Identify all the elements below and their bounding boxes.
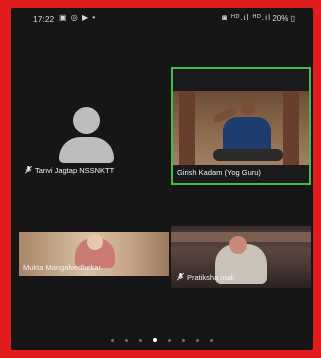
avatar-icon-body [59,137,114,163]
participant-video [173,91,309,165]
status-time: 17:22 [33,14,55,24]
page-dot[interactable] [153,338,157,342]
curtain-left [179,91,195,165]
page-dot[interactable] [210,338,213,342]
person-legs [213,149,283,161]
person-body [223,117,271,153]
mic-muted-icon [25,166,32,174]
page-dot[interactable] [196,338,199,342]
person-head [87,234,103,250]
page-dot[interactable] [168,338,171,342]
participant-tile-tanvi[interactable]: Tanvi Jagtap NSSNKTT [11,67,169,185]
participant-name-text: Pratiksha mali [187,273,235,282]
participant-tile-pratiksha[interactable]: Pratiksha mali [171,226,311,288]
participant-name: Girish Kadam (Yog Guru) [177,168,261,177]
page-dot[interactable] [139,338,142,342]
avatar-icon [73,107,100,134]
page-dot[interactable] [182,338,185,342]
page-dot[interactable] [125,338,128,342]
battery-status: 20% ▯ [272,14,295,23]
video-call-screen: 17:22 ▣ ◎ ▶ • ◙ ᴴᴰ.ıl ᴴᴰ.ıl 20% ▯ Tanvi … [11,8,313,350]
page-dot[interactable] [111,338,114,342]
person-head [241,99,255,115]
page-indicator[interactable] [11,336,313,344]
participant-tile-mukta[interactable]: Mukta Mangalvedhekar [19,232,169,276]
participant-name-text: Tanvi Jagtap NSSNKTT [35,166,115,175]
curtain-right [283,91,299,165]
signal-icons: ◙ ᴴᴰ.ıl ᴴᴰ.ıl [222,13,271,22]
mic-muted-icon [177,273,184,281]
participant-name: Tanvi Jagtap NSSNKTT [25,166,114,175]
participant-name: Mukta Mangalvedhekar [23,263,101,272]
status-bar: 17:22 ▣ ◎ ▶ • ◙ ᴴᴰ.ıl ᴴᴰ.ıl 20% ▯ [11,8,313,28]
notification-icons: ▣ ◎ ▶ • [59,13,97,22]
participant-name: Pratiksha mali [177,273,234,282]
person-head [229,236,247,254]
participant-tile-girish[interactable]: Girish Kadam (Yog Guru) [171,67,311,185]
